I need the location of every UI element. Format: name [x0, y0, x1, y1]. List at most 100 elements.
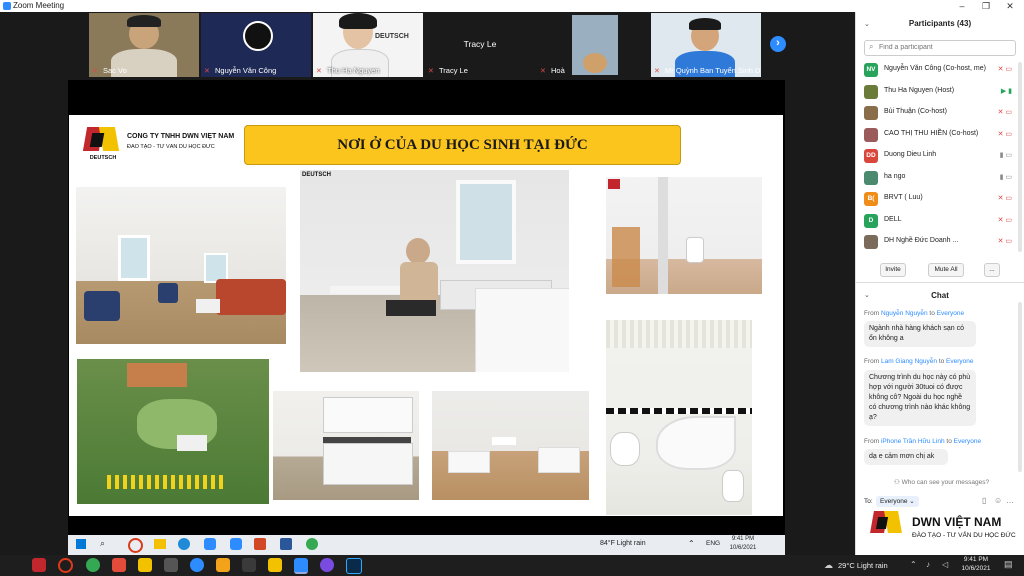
- title-bar: Zoom Meeting – ❐ ✕: [0, 0, 1024, 12]
- invite-button[interactable]: Invite: [880, 263, 906, 277]
- avatar: NV: [864, 63, 878, 77]
- avatar: [864, 127, 878, 142]
- close-button[interactable]: ✕: [998, 0, 1022, 12]
- chat-meta: From Nguyễn Nguyễn to Everyone: [864, 310, 965, 317]
- collapse-chevron-icon[interactable]: ⌄: [864, 291, 870, 299]
- company-tagline: ĐÀO TẠO - TƯ VẤN DU HỌC ĐỨC: [127, 144, 215, 150]
- watermark-brand: DWN VIỆT NAM: [912, 515, 1002, 529]
- participant-name-center: Tracy Le: [463, 39, 497, 49]
- bedroom-photo: DEUTSCH: [300, 170, 569, 372]
- participant-row[interactable]: B( BRVT ( Luu) ✕ ▭: [856, 189, 1016, 211]
- people-icon: ⚇: [894, 479, 900, 486]
- clock-date[interactable]: 10/6/2021: [958, 565, 994, 572]
- volume-icon[interactable]: ◁: [942, 560, 948, 569]
- mic-muted-icon[interactable]: ✕ ▭: [998, 237, 1012, 245]
- zoom-taskbar-icon: [204, 538, 216, 550]
- folder-icon[interactable]: [268, 558, 282, 572]
- app-icon[interactable]: [112, 558, 126, 572]
- edge-icon: [178, 538, 190, 550]
- photoshop-icon[interactable]: [346, 558, 362, 574]
- watermark-tagline: ĐÀO TẠO - TƯ VẤN DU HỌC ĐỨC: [912, 532, 1016, 539]
- clock-date: 10/6/2021: [729, 545, 757, 551]
- maximize-button[interactable]: ❐: [974, 0, 998, 12]
- weather-widget[interactable]: 29°C Light rain: [838, 561, 888, 570]
- app-icon[interactable]: [190, 558, 204, 572]
- video-tile[interactable]: ✕ Nguyễn Văn Công: [201, 13, 311, 77]
- chat-message: dạ e cảm mơn chị ak: [864, 449, 948, 465]
- app-icon[interactable]: [164, 558, 178, 572]
- weather-widget: 84°F Light rain: [600, 540, 646, 547]
- avatar: B(: [864, 192, 878, 206]
- powerpoint-icon: [254, 538, 266, 550]
- chat-meta: From Lam Giang Nguyễn to Everyone: [864, 358, 974, 365]
- mic-muted-icon[interactable]: ✕ ▭: [998, 65, 1012, 73]
- participants-header: Participants (43): [908, 19, 972, 28]
- more-dots-icon[interactable]: …: [1006, 496, 1014, 505]
- muted-mic-icon: ✕: [654, 68, 660, 75]
- app-icon[interactable]: [320, 558, 334, 572]
- video-tile[interactable]: ✕ Mr Quỳnh Ban Tuyển Sinh DW...: [651, 13, 761, 77]
- participant-row[interactable]: ha ngo ▮ ▭: [856, 168, 1016, 190]
- muted-mic-icon: ✕: [428, 68, 434, 75]
- zoom-taskbar-icon[interactable]: [294, 558, 308, 574]
- participant-row[interactable]: Bùi Thuận (Co-host) ✕ ▭: [856, 103, 1016, 125]
- participants-scrollbar[interactable]: [1018, 62, 1022, 252]
- participant-name: CAO THỊ THU HIỀN (Co-host): [884, 129, 979, 137]
- participant-search-input[interactable]: [879, 42, 1009, 53]
- mute-all-button[interactable]: Mute All: [928, 263, 964, 277]
- emoji-icon[interactable]: ☺: [994, 496, 1002, 505]
- mic-icon[interactable]: ▮ ▭: [1000, 151, 1012, 159]
- file-icon[interactable]: ▯: [982, 496, 986, 505]
- notification-icon[interactable]: ▤: [1004, 559, 1013, 570]
- app-icon[interactable]: [32, 558, 46, 572]
- word-icon: [280, 538, 292, 550]
- twin-room-photo: [432, 391, 589, 500]
- recipient-select[interactable]: Everyone ⌄: [876, 496, 919, 507]
- video-tile[interactable]: Tracy Le ✕ Tracy Le: [425, 13, 535, 77]
- participant-row[interactable]: DH Nghề Đức Doanh ... ✕ ▭: [856, 232, 1016, 254]
- mic-muted-icon[interactable]: ✕ ▭: [998, 216, 1012, 224]
- video-tile[interactable]: DEUTSCH ✕ Thu Ha Nguyen: [313, 13, 423, 77]
- mic-muted-icon[interactable]: ✕ ▭: [998, 108, 1012, 116]
- opera-icon[interactable]: [58, 558, 73, 573]
- video-tile[interactable]: ✕ Sac Vo: [89, 13, 199, 77]
- mic-icon[interactable]: ♪: [926, 560, 930, 569]
- cloud-icon: ☁: [824, 560, 833, 570]
- video-strip: ✕ Sac Vo ✕ Nguyễn Văn Công DEUTSCH ✕ Thu…: [0, 12, 855, 80]
- zoom-app-icon: [3, 2, 11, 10]
- opera-icon: [128, 538, 143, 553]
- windows-taskbar: ☁ 29°C Light rain ⌃ ♪ ◁ 9:41 PM 10/6/202…: [0, 555, 1024, 576]
- more-options-button[interactable]: ...: [984, 263, 1000, 277]
- clock-time: 9:41 PM: [731, 536, 755, 542]
- privacy-link[interactable]: ⚇ Who can see your messages?: [894, 478, 989, 486]
- mic-icon[interactable]: ▮ ▭: [1000, 173, 1012, 181]
- chevron-up-icon[interactable]: ⌃: [910, 560, 917, 569]
- app-icon[interactable]: [242, 558, 256, 572]
- window-title: Zoom Meeting: [13, 1, 65, 10]
- participant-row[interactable]: D DELL ✕ ▭: [856, 211, 1016, 233]
- sticky-notes-icon[interactable]: [138, 558, 152, 572]
- mic-muted-icon[interactable]: ✕ ▭: [998, 194, 1012, 202]
- participant-row[interactable]: DD Duong Dieu Linh ▮ ▭: [856, 146, 1016, 168]
- mic-muted-icon[interactable]: ✕ ▭: [998, 130, 1012, 138]
- participant-name: Sac Vo: [103, 66, 127, 75]
- muted-mic-icon: ✕: [540, 68, 546, 75]
- next-page-arrow-icon[interactable]: ›: [770, 36, 786, 52]
- participant-row[interactable]: CAO THỊ THU HIỀN (Co-host) ✕ ▭: [856, 125, 1016, 147]
- side-panel: ⌄ Participants (43) ⌕ NV Nguyễn Văn Công…: [855, 12, 1024, 555]
- collapse-chevron-icon[interactable]: ⌄: [864, 20, 870, 28]
- clock-time[interactable]: 9:41 PM: [958, 556, 994, 563]
- video-on-icon[interactable]: ▶ ▮: [1001, 87, 1012, 95]
- chrome-icon[interactable]: [86, 558, 100, 572]
- participant-name: Thu Ha Nguyen: [327, 66, 380, 75]
- avatar: [864, 106, 878, 120]
- participant-row[interactable]: Thu Ha Nguyen (Host) ▶ ▮: [856, 82, 1016, 104]
- chat-scrollbar[interactable]: [1018, 302, 1022, 472]
- app-icon[interactable]: [216, 558, 230, 572]
- participant-name: Nguyễn Văn Công (Co-host, me): [884, 65, 986, 72]
- avatar: [864, 170, 878, 185]
- participant-row[interactable]: NV Nguyễn Văn Công (Co-host, me) ✕ ▭: [856, 60, 1016, 82]
- video-tile[interactable]: ✕ Hoà: [537, 13, 647, 77]
- minimize-button[interactable]: –: [950, 0, 974, 12]
- participant-search-box[interactable]: ⌕: [864, 40, 1016, 56]
